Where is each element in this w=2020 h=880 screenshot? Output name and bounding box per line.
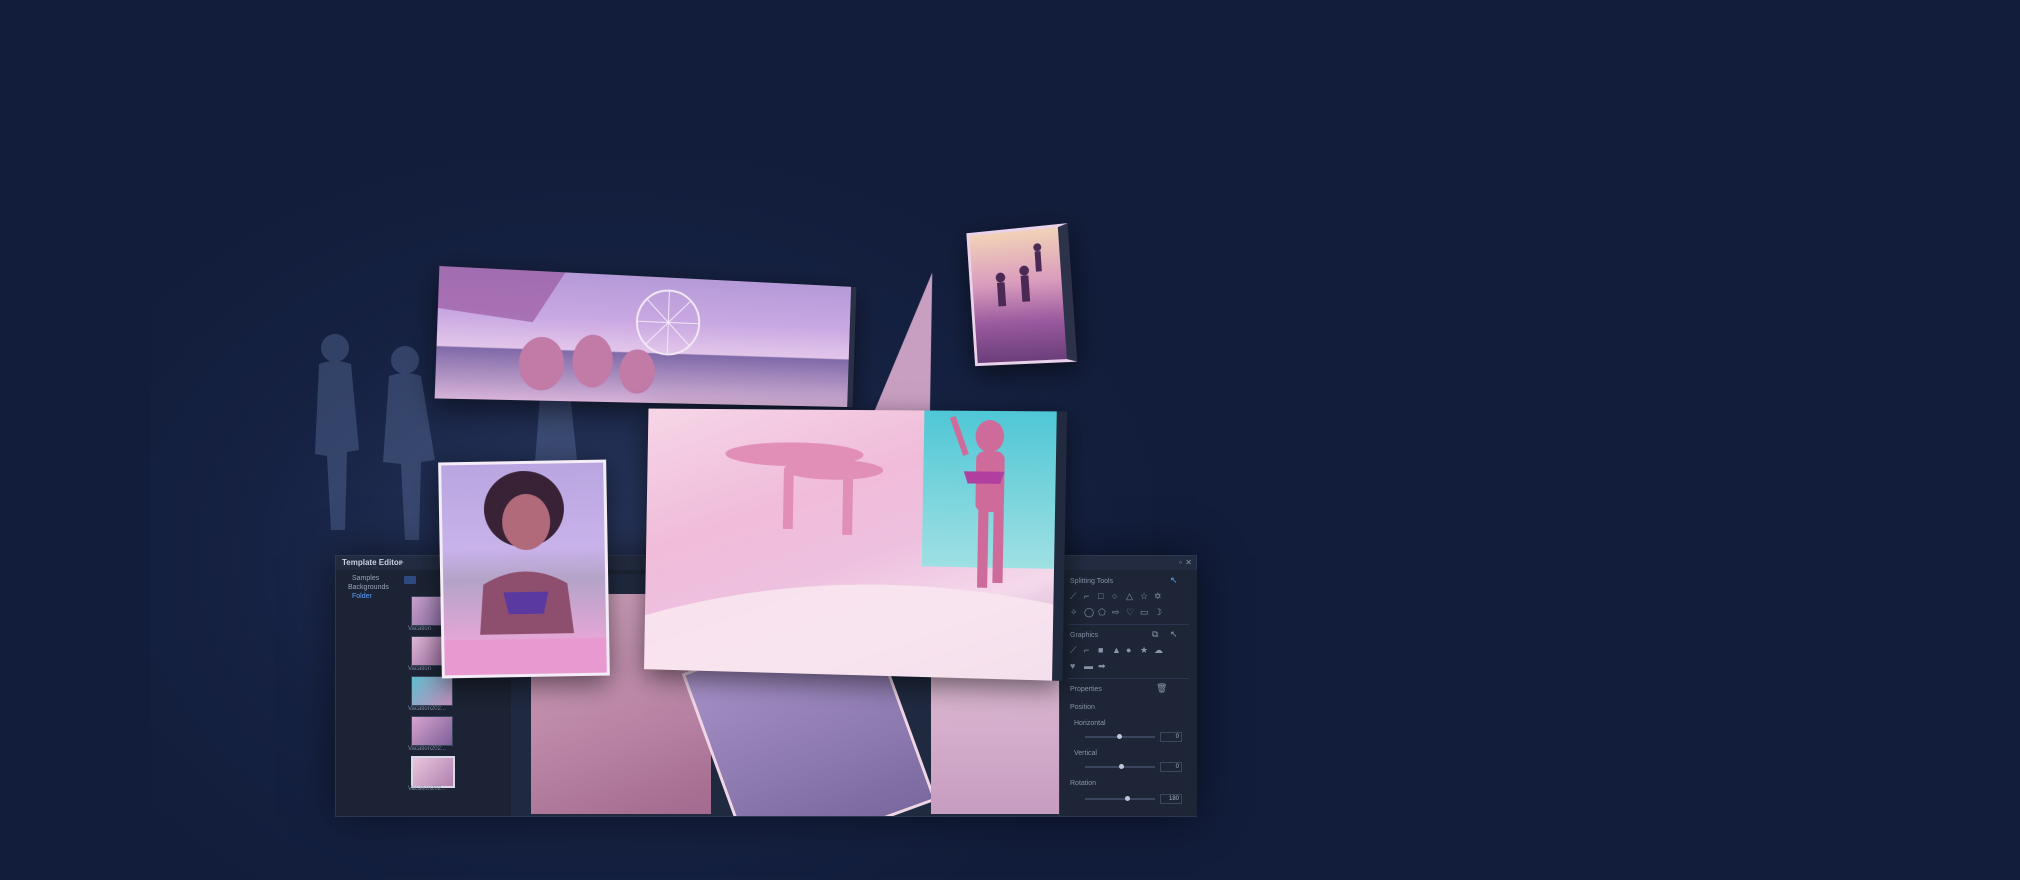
speech-icon[interactable]: ▭	[1140, 608, 1149, 617]
restore-icon[interactable]: ▫	[1179, 558, 1182, 567]
divider	[1068, 678, 1189, 679]
beach-group-photo	[435, 266, 857, 407]
slider-knob[interactable]	[1125, 796, 1130, 801]
jumping-silhouettes-photo	[966, 223, 1077, 366]
close-icon[interactable]: ✕	[1185, 558, 1192, 567]
woman-graphic	[441, 463, 607, 676]
triangle-icon[interactable]: △	[1126, 592, 1133, 601]
rotation-label: Rotation	[1070, 780, 1096, 787]
sparkle-icon[interactable]: ✧	[1070, 608, 1078, 617]
pentagon-icon[interactable]: ⬠	[1098, 608, 1106, 617]
rotation-value[interactable]: 180	[1160, 794, 1182, 804]
slider-knob[interactable]	[1117, 734, 1122, 739]
thumbnail-label-1: Vacation	[408, 626, 431, 632]
thumbnail-label-5: Vacation202...	[408, 786, 446, 792]
thumbnail-label-3: Vacation202...	[408, 706, 446, 712]
thumbnail-5[interactable]	[411, 756, 455, 788]
arrow-icon[interactable]: ⇨	[1112, 608, 1120, 617]
cloud-icon[interactable]: ☁	[1154, 646, 1163, 655]
pin-icon[interactable]: ✦	[398, 558, 405, 567]
filled-ellipse-icon[interactable]: ●	[1126, 646, 1131, 655]
folder-tree: Samples Backgrounds Folder	[342, 574, 398, 814]
filled-arrow-icon[interactable]: ➡	[1098, 662, 1106, 671]
trash-icon[interactable]: 🗑	[1156, 684, 1167, 693]
polyline-icon[interactable]: ⌐	[1084, 646, 1089, 655]
thumbnail-label-2: Vacation	[408, 666, 431, 672]
properties-panel: Splitting Tools ↖ ⟋ ⌐ □ ○ △ ☆ ✡ ✧ ◯ ⬠ ⇨ …	[1059, 570, 1197, 816]
editor-title: Template Editor	[342, 558, 402, 567]
vertical-label: Vertical	[1074, 750, 1097, 757]
horizontal-slider[interactable]	[1085, 736, 1155, 738]
vertical-value[interactable]: 0	[1160, 762, 1182, 772]
ellipse-icon[interactable]: ○	[1112, 592, 1117, 601]
cursor-icon[interactable]: ↖	[1170, 630, 1178, 639]
slider-knob[interactable]	[1119, 764, 1124, 769]
jumpers-graphic	[644, 409, 1057, 681]
smiling-woman-photo	[438, 460, 610, 679]
moon-icon[interactable]: ☽	[1154, 608, 1162, 617]
heart-icon[interactable]: ♡	[1126, 608, 1134, 617]
polyline-icon[interactable]: ⌐	[1084, 592, 1089, 601]
thumbnail-label-4: Vacation202...	[408, 746, 446, 752]
star-icon[interactable]: ☆	[1140, 592, 1148, 601]
silhouettes-graphic	[969, 227, 1067, 363]
tree-item-samples[interactable]: Samples	[342, 574, 398, 583]
circle-icon[interactable]: ◯	[1084, 608, 1094, 617]
filled-rect-icon[interactable]: ■	[1098, 646, 1103, 655]
add-image-icon[interactable]: ⧉	[1152, 630, 1158, 639]
filled-triangle-icon[interactable]: ▲	[1112, 646, 1121, 655]
ferris-wheel-graphic	[435, 266, 851, 407]
line-icon[interactable]: ⟋	[1070, 646, 1076, 655]
pointer-icon[interactable]: ↖	[1170, 576, 1178, 585]
thumbnail-3[interactable]	[411, 676, 453, 706]
divider	[1068, 624, 1189, 625]
line-icon[interactable]: ⟋	[1070, 592, 1076, 601]
horizontal-label: Horizontal	[1074, 720, 1106, 727]
thumbnail-4[interactable]	[411, 716, 453, 746]
tree-item-backgrounds[interactable]: Backgrounds	[342, 583, 398, 592]
properties-label: Properties	[1070, 686, 1102, 693]
graphics-label: Graphics	[1070, 632, 1098, 639]
grid-view-button[interactable]	[404, 576, 416, 584]
horizontal-value[interactable]: 0	[1160, 732, 1182, 742]
starburst-icon[interactable]: ✡	[1154, 592, 1162, 601]
boat-jump-photo	[644, 409, 1067, 681]
tree-item-folder[interactable]: Folder	[342, 592, 398, 601]
rect-icon[interactable]: □	[1098, 592, 1103, 601]
position-label: Position	[1070, 704, 1095, 711]
filled-speech-icon[interactable]: ▬	[1084, 662, 1093, 671]
filled-star-icon[interactable]: ★	[1140, 646, 1148, 655]
vertical-slider[interactable]	[1085, 766, 1155, 768]
splitting-tools-label: Splitting Tools	[1070, 578, 1113, 585]
filled-heart-icon[interactable]: ♥	[1070, 662, 1075, 671]
